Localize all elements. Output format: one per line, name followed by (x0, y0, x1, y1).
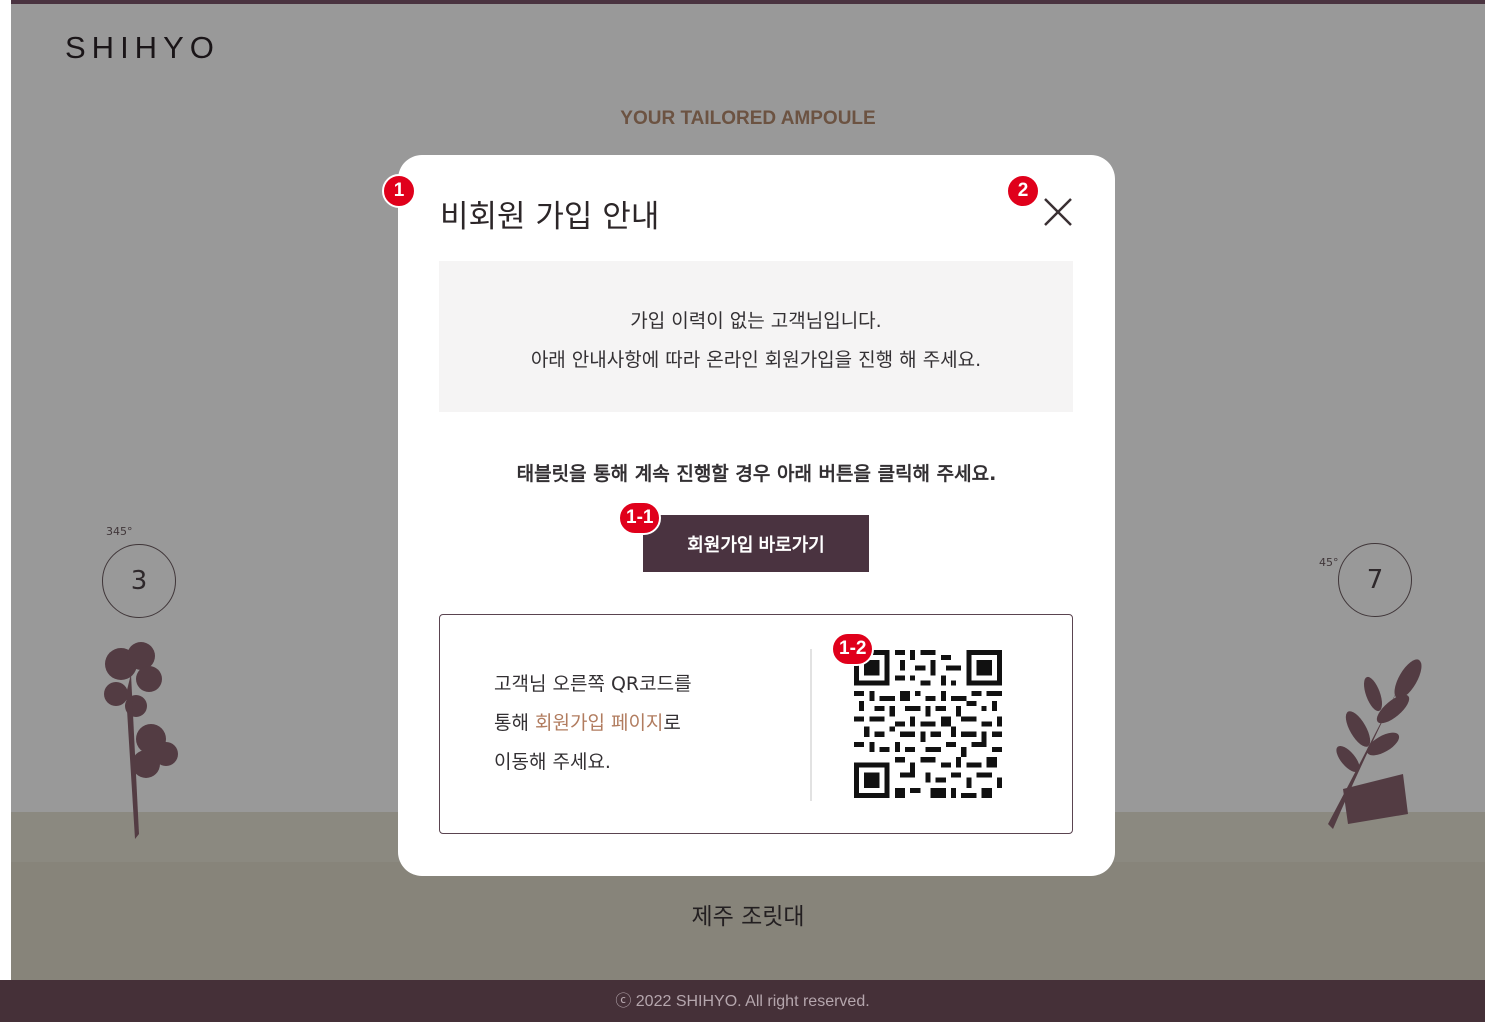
annotation-marker-2: 2 (1006, 174, 1040, 208)
qr-panel: 고객님 오른쪽 QR코드를 통해 회원가입 페이지로 이동해 주세요. (439, 614, 1073, 834)
qr-text-prefix: 통해 (494, 712, 535, 734)
footer-copyright: ⓒ 2022 SHIHYO. All right reserved. (0, 980, 1485, 1022)
close-icon (1044, 198, 1072, 226)
annotation-marker-1-2: 1-2 (831, 632, 875, 666)
signup-page-highlight: 회원가입 페이지 (535, 712, 664, 734)
left-border (0, 0, 11, 1022)
notice-line-1: 가입 이력이 없는 고객님입니다. (630, 310, 882, 332)
qr-divider (810, 649, 812, 801)
annotation-marker-1: 1 (382, 174, 416, 208)
notice-line-2: 아래 안내사항에 따라 온라인 회원가입을 진행 해 주세요. (530, 349, 982, 371)
join-now-button[interactable]: 회원가입 바로가기 (643, 515, 869, 572)
annotation-marker-1-1: 1-1 (618, 501, 662, 535)
qr-instruction: 고객님 오른쪽 QR코드를 통해 회원가입 페이지로 이동해 주세요. (494, 665, 692, 782)
close-button[interactable] (1040, 193, 1076, 229)
modal-title: 비회원 가입 안내 (440, 199, 660, 235)
qr-text-line-3: 이동해 주세요. (494, 751, 611, 773)
qr-text-line-1: 고객님 오른쪽 QR코드를 (494, 673, 692, 695)
qr-text-line-2: 통해 회원가입 페이지로 (494, 704, 692, 743)
non-member-signup-modal: 비회원 가입 안내 가입 이력이 없는 고객님입니다. 아래 안내사항에 따라 … (398, 155, 1115, 876)
qr-text-suffix: 로 (663, 712, 681, 734)
qr-code-icon[interactable] (854, 650, 1002, 798)
notice-box: 가입 이력이 없는 고객님입니다. 아래 안내사항에 따라 온라인 회원가입을 … (439, 261, 1073, 412)
tablet-instruction: 태블릿을 통해 계속 진행할 경우 아래 버튼을 클릭해 주세요. (516, 463, 997, 485)
